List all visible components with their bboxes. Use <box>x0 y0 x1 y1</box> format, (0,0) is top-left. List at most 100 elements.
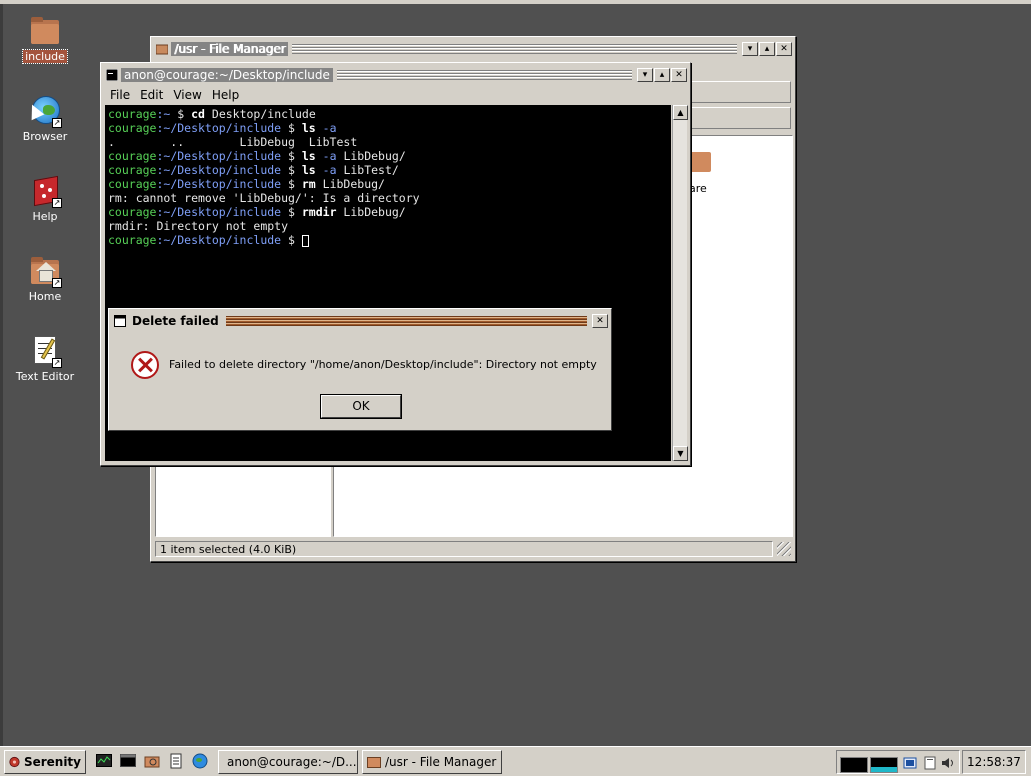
clock[interactable]: 12:58:37 <box>962 750 1026 774</box>
taskbar-task-terminal[interactable]: anon@courage:~/D... <box>218 750 358 774</box>
window-title: anon@courage:~/Desktop/include <box>121 68 333 82</box>
prompt-user: courage <box>108 233 157 247</box>
taskbar-task-file-manager[interactable]: /usr - File Manager <box>362 750 502 774</box>
minimize-button[interactable]: ▾ <box>742 42 758 56</box>
menu-help[interactable]: Help <box>207 88 244 102</box>
help-book-icon: ↗ <box>28 174 62 208</box>
command-option: -a <box>315 121 337 135</box>
command-args: Desktop/include <box>204 107 316 121</box>
location-bar[interactable] <box>691 81 791 103</box>
terminal-scrollbar[interactable]: ▲ ▼ <box>672 105 688 461</box>
prompt-symbol: $ <box>170 107 192 121</box>
file-manager-icon[interactable] <box>144 753 160 769</box>
command-name: ls <box>301 149 316 163</box>
text-cursor <box>301 234 309 247</box>
desktop-icon-label: include <box>22 49 68 64</box>
status-bar: 1 item selected (4.0 KiB) <box>155 541 773 557</box>
error-icon <box>131 351 159 379</box>
close-button[interactable]: ✕ <box>592 314 608 328</box>
start-label: Serenity <box>23 755 81 769</box>
terminal-output-text: rmdir: Directory not empty <box>108 219 289 233</box>
terminal-line: courage:~ $ cd Desktop/include <box>108 107 668 121</box>
network-icon[interactable] <box>903 756 917 770</box>
folder-icon <box>28 14 62 48</box>
desktop-icon-browser[interactable]: ↗ Browser <box>5 94 85 143</box>
desktop-icon-label: Help <box>32 210 58 223</box>
terminal-icon <box>106 69 118 81</box>
dialog-message: Failed to delete directory "/home/anon/D… <box>169 358 597 371</box>
command-option: -a <box>315 149 337 163</box>
maximize-button[interactable]: ▴ <box>759 42 775 56</box>
terminal-line: courage:~/Desktop/include $ rmdir LibDeb… <box>108 205 668 219</box>
terminal-output-text: . .. LibDebug LibTest <box>108 135 358 149</box>
desktop-icon-help[interactable]: ↗ Help <box>5 174 85 223</box>
window-icon <box>114 315 126 327</box>
system-monitor-icon[interactable] <box>96 753 112 769</box>
terminal-line: courage:~/Desktop/include $ ls -a LibTes… <box>108 163 668 177</box>
text-editor-icon[interactable] <box>168 753 184 769</box>
desktop-left-edge <box>0 4 3 746</box>
folder-icon <box>156 44 168 55</box>
prompt-user: courage <box>108 149 157 163</box>
globe-icon: ↗ <box>25 94 62 128</box>
command-name: rmdir <box>301 205 337 219</box>
taskbar: Serenity anon@courage:~/D... /usr - File… <box>0 746 1031 776</box>
prompt-path: :~/Desktop/include <box>156 149 282 163</box>
command-option: -a <box>315 163 337 177</box>
menu-edit[interactable]: Edit <box>135 88 168 102</box>
prompt-user: courage <box>108 177 157 191</box>
command-args: LibDebug/ <box>315 177 385 191</box>
folder-icon[interactable] <box>689 150 713 172</box>
command-name: cd <box>191 107 205 121</box>
minimize-button[interactable]: ▾ <box>637 68 653 82</box>
menu-view[interactable]: View <box>168 88 206 102</box>
browser-icon[interactable] <box>192 753 208 769</box>
prompt-path: :~/Desktop/include <box>156 177 282 191</box>
command-args: LibDebug/ <box>336 205 406 219</box>
prompt-symbol: $ <box>281 205 302 219</box>
toolbar <box>691 107 791 129</box>
desktop-icon-text-editor[interactable]: ↗ Text Editor <box>5 334 85 383</box>
desktop-top-edge <box>0 0 1031 4</box>
desktop-icon-home[interactable]: ↗ Home <box>5 254 85 303</box>
prompt-user: courage <box>108 205 157 219</box>
dialog-titlebar[interactable]: Delete failed ✕ <box>112 312 608 330</box>
desktop-icon-include[interactable]: include <box>5 14 85 64</box>
home-folder-icon: ↗ <box>28 254 62 288</box>
terminal-icon[interactable] <box>120 753 136 769</box>
menu-file[interactable]: File <box>105 88 135 102</box>
memory-graph[interactable] <box>870 757 898 773</box>
desktop-icon-label: Text Editor <box>15 370 75 383</box>
terminal-titlebar[interactable]: anon@courage:~/Desktop/include ▾ ▴ ✕ <box>104 66 687 84</box>
prompt-path: :~ <box>156 107 171 121</box>
terminal-line: courage:~/Desktop/include $ rm LibDebug/ <box>108 177 668 191</box>
scroll-down-button[interactable]: ▼ <box>673 446 688 461</box>
ok-button[interactable]: OK <box>321 395 401 418</box>
volume-icon[interactable] <box>941 756 955 770</box>
prompt-symbol: $ <box>281 121 302 135</box>
start-button[interactable]: Serenity <box>4 750 86 774</box>
desktop-icon-label: Home <box>28 290 62 303</box>
prompt-path: :~/Desktop/include <box>156 233 282 247</box>
delete-failed-dialog[interactable]: Delete failed ✕ Failed to delete directo… <box>108 308 612 431</box>
task-label: /usr - File Manager <box>385 755 497 769</box>
terminal-line: rm: cannot remove 'LibDebug/': Is a dire… <box>108 191 668 205</box>
folder-icon <box>367 757 381 768</box>
maximize-button[interactable]: ▴ <box>654 68 670 82</box>
prompt-symbol: $ <box>281 163 302 177</box>
prompt-symbol: $ <box>281 177 302 191</box>
command-args: LibDebug/ <box>336 149 406 163</box>
prompt-user: courage <box>108 121 157 135</box>
file-manager-titlebar[interactable]: /usr - File Manager ▾ ▴ ✕ <box>154 40 792 58</box>
cpu-graph[interactable] <box>840 757 868 773</box>
terminal-line: . .. LibDebug LibTest <box>108 135 668 149</box>
text-editor-icon: ↗ <box>28 334 62 368</box>
close-button[interactable]: ✕ <box>671 68 687 82</box>
command-name: ls <box>301 163 316 177</box>
clipboard-icon[interactable] <box>923 756 937 770</box>
close-button[interactable]: ✕ <box>776 42 792 56</box>
desktop-icon-label: Browser <box>22 130 68 143</box>
scroll-up-button[interactable]: ▲ <box>673 105 688 120</box>
prompt-symbol: $ <box>281 233 302 247</box>
resize-grip[interactable] <box>777 542 791 556</box>
